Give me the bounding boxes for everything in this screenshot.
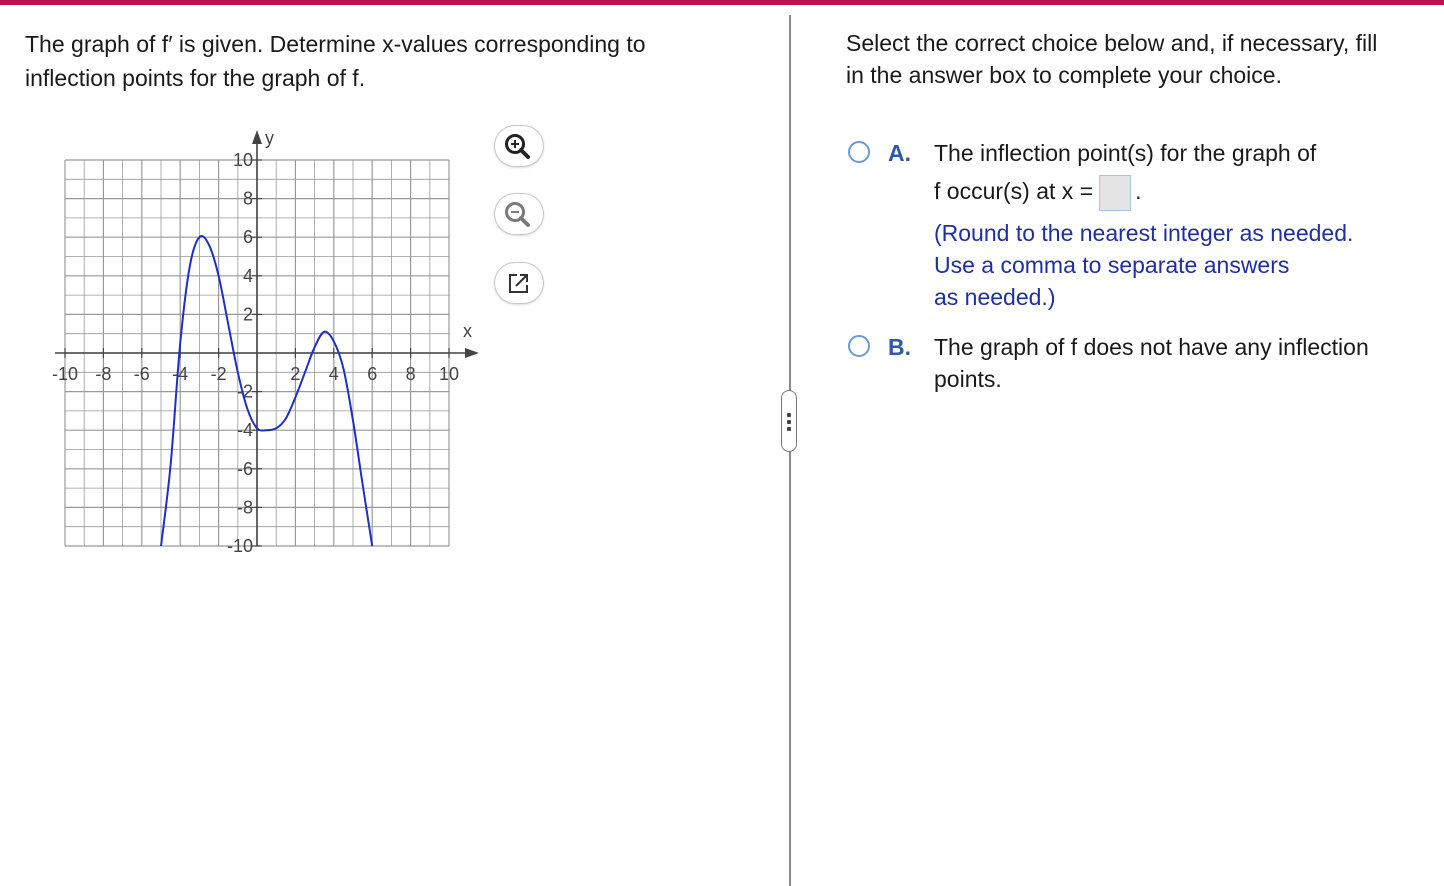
y-tick-label: 2: [243, 304, 253, 324]
y-tick-label: -10: [227, 536, 253, 556]
choice-a-line-2-suffix: .: [1135, 178, 1142, 205]
y-tick-label: -4: [237, 420, 253, 440]
question-text: The graph of f′ is given. Determine x-va…: [25, 27, 755, 95]
hint-line-1: (Round to the nearest integer as needed.: [934, 220, 1354, 246]
hint-line-2: Use a comma to separate answers: [934, 252, 1290, 278]
choice-b-text: The graph of f does not have any inflect…: [934, 331, 1444, 395]
y-tick-label: 8: [243, 189, 253, 209]
instruction-line-1: Select the correct choice below and, if …: [846, 30, 1378, 56]
choice-a-text: The inflection point(s) for the graph of…: [934, 137, 1444, 313]
x-axis-arrow: [465, 348, 479, 358]
x-axis-label: x: [463, 321, 472, 341]
divider-resize-handle[interactable]: [781, 390, 797, 452]
x-tick-label: -2: [211, 364, 227, 384]
x-tick-label: -6: [134, 364, 150, 384]
y-axis-arrow: [252, 130, 262, 144]
x-tick-label: -8: [95, 364, 111, 384]
choice-a-letter: A.: [888, 140, 911, 166]
y-axis-label: y: [265, 128, 274, 148]
choice-b-line-1: The graph of f does not have any inflect…: [934, 334, 1369, 360]
choice-b-radio[interactable]: [848, 335, 870, 357]
top-accent-bar: [0, 0, 1444, 5]
choice-b-letter: B.: [888, 334, 911, 360]
instruction-text: Select the correct choice below and, if …: [846, 27, 1444, 91]
choice-a-radio[interactable]: [848, 141, 870, 163]
y-tick-label: 4: [243, 266, 253, 286]
question-line-2: inflection points for the graph of f.: [25, 65, 366, 91]
choice-a-line-2: f occur(s) at x =.: [934, 175, 1444, 211]
instruction-line-2: in the answer box to complete your choic…: [846, 62, 1282, 88]
x-tick-label: 4: [329, 364, 339, 384]
hint-line-3: as needed.): [934, 284, 1056, 310]
y-tick-label: 6: [243, 227, 253, 247]
x-tick-label: 6: [367, 364, 377, 384]
zoom-out-button[interactable]: [495, 194, 543, 234]
choice-a-line-2-prefix: f occur(s) at x =: [934, 178, 1094, 205]
x-tick-label: 8: [406, 364, 416, 384]
choice-a-hint: (Round to the nearest integer as needed.…: [934, 217, 1444, 313]
popout-button[interactable]: [495, 263, 543, 303]
choice-a-line-1: The inflection point(s) for the graph of: [934, 140, 1317, 166]
answer-input-box[interactable]: [1099, 175, 1132, 211]
zoom-in-icon: [505, 134, 530, 159]
y-tick-label: 10: [233, 150, 253, 170]
x-tick-label: 10: [439, 364, 459, 384]
zoom-in-button[interactable]: [495, 126, 543, 166]
x-tick-label: -4: [172, 364, 188, 384]
x-tick-label: -10: [52, 364, 78, 384]
question-line-1: The graph of f′ is given. Determine x-va…: [25, 31, 646, 57]
graph-svg: xy-10 -8 -6 -4 -2 2 4 6 8 10108642-2-4-6-8-10: [52, 128, 479, 556]
external-link-icon: [509, 274, 528, 293]
choice-b-line-2: points.: [934, 366, 1002, 392]
y-tick-label: -8: [237, 497, 253, 517]
zoom-out-icon: [505, 202, 530, 227]
y-tick-label: -6: [237, 459, 253, 479]
x-tick-label: 2: [290, 364, 300, 384]
graph-of-f-prime: x y -10 -8 -6 -4 -2 2 4 6 8 10 10 8 6 4 2 -2 -4 -6 -8 -10: [40, 120, 490, 560]
